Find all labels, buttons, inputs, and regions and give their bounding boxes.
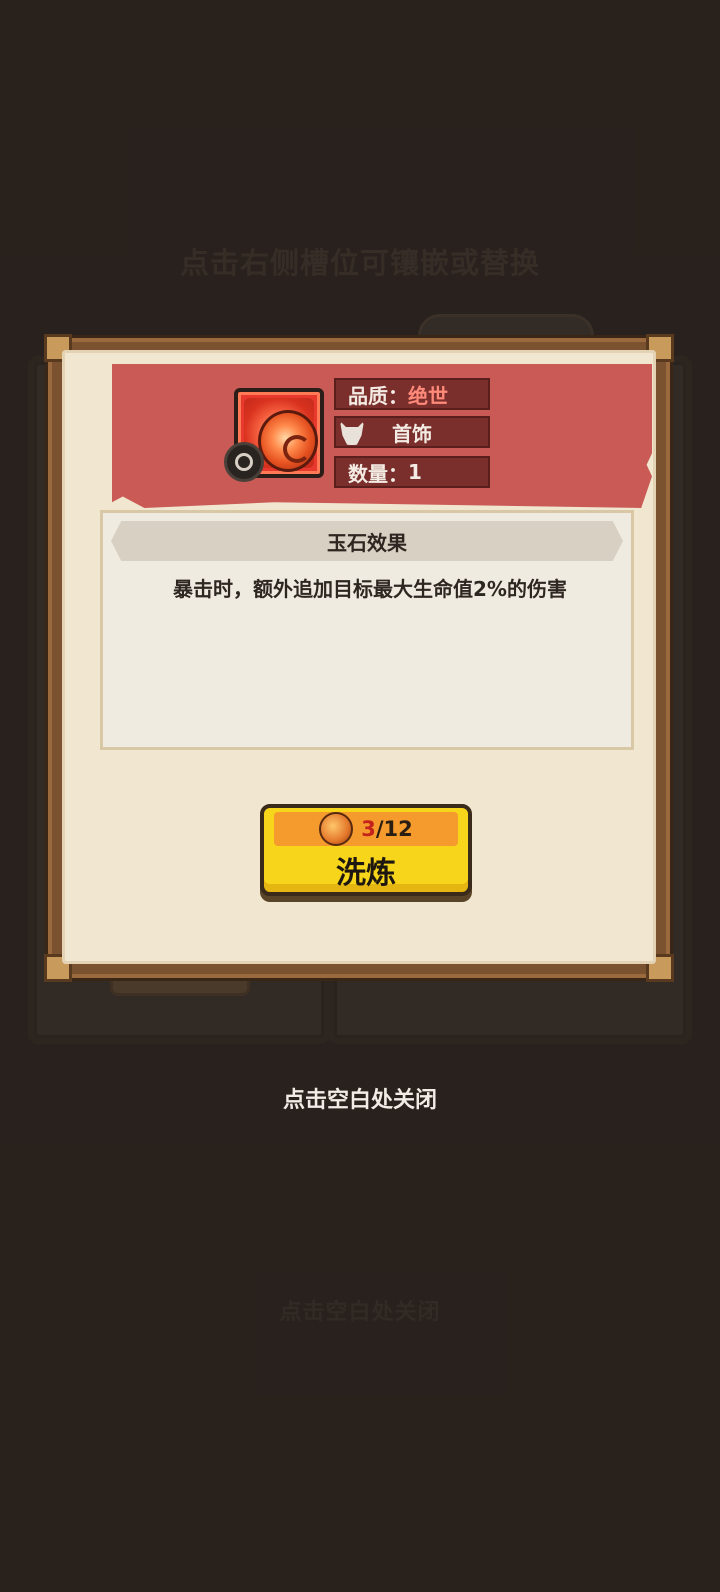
quality-label: 品质： <box>348 383 408 408</box>
jade-detail-modal: 品质： 绝世 首饰 数量： 1 玉石效果 暴击时，额外追加目标最大生命值2%的伤… <box>44 334 674 982</box>
cost-current: 3 <box>361 817 376 841</box>
ox-head-icon <box>340 421 364 445</box>
effect-description: 暴击时，额外追加目标最大生命值2%的伤害 <box>173 577 567 601</box>
quantity-tag: 数量： 1 <box>334 456 490 488</box>
type-tag: 首饰 <box>334 416 490 448</box>
wash-button-label: 洗炼 <box>336 856 396 891</box>
type-value: 首饰 <box>392 421 432 446</box>
effect-box: 玉石效果 暴击时，额外追加目标最大生命值2%的伤害 <box>100 510 634 750</box>
quantity-label: 数量： <box>348 461 408 486</box>
close-hint[interactable]: 点击空白处关闭 <box>0 1082 720 1114</box>
effect-title: 玉石效果 <box>111 521 623 561</box>
wash-cost: 3 /12 <box>274 812 458 846</box>
modal-parchment: 品质： 绝世 首饰 数量： 1 玉石效果 暴击时，额外追加目标最大生命值2%的伤… <box>62 350 656 964</box>
quality-tag: 品质： 绝世 <box>334 378 490 410</box>
cost-total: /12 <box>375 817 413 841</box>
pot-icon <box>319 812 354 846</box>
quantity-value: 1 <box>408 460 422 484</box>
socket-ring-icon <box>224 442 264 482</box>
wash-button[interactable]: 3 /12 洗炼 <box>260 804 472 896</box>
jade-swirl-icon <box>258 410 318 472</box>
quality-value: 绝世 <box>408 383 448 408</box>
jade-item-tile[interactable] <box>224 388 324 482</box>
